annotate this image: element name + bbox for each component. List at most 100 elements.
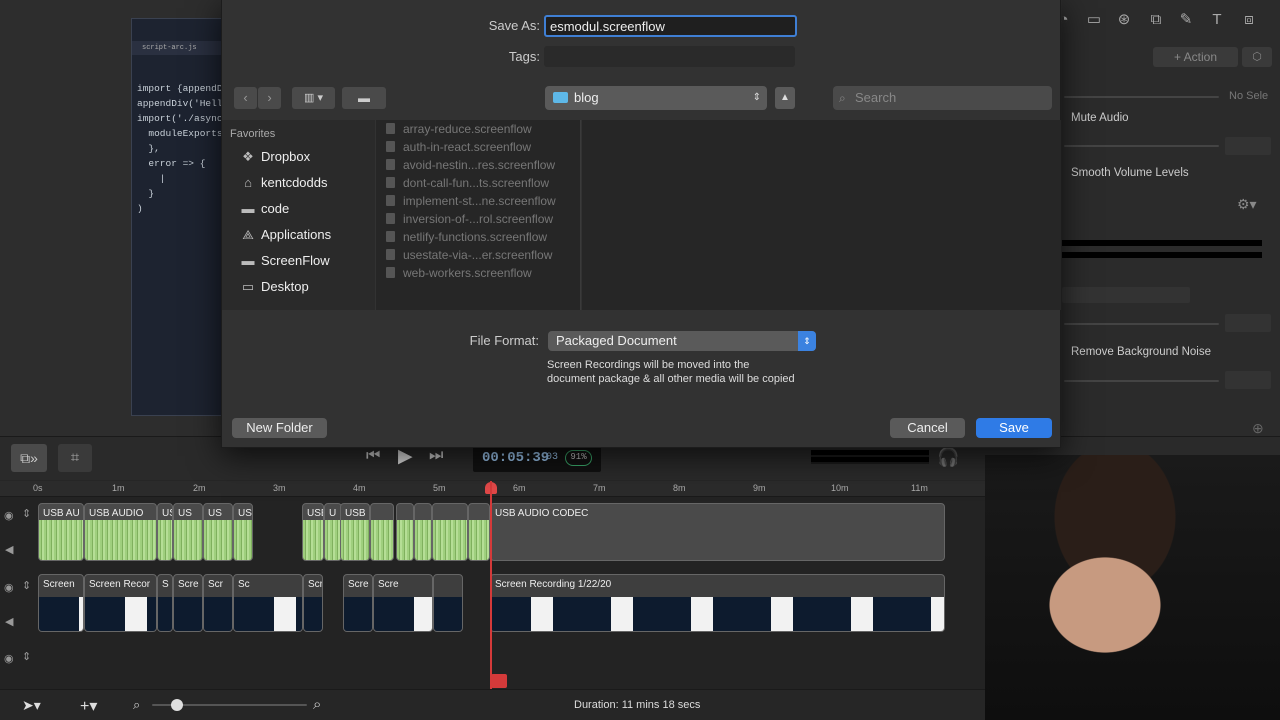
zoom-slider-knob[interactable]	[171, 699, 183, 711]
sidebar-item-kentcdodds[interactable]: ⌂ kentcdodds	[239, 172, 327, 194]
audio-clip[interactable]	[370, 503, 394, 561]
text-icon[interactable]: T	[1207, 10, 1227, 30]
video-clip[interactable]: S	[157, 574, 173, 632]
sidebar-item-dropbox[interactable]: ❖ Dropbox	[239, 146, 310, 168]
file-list: array-reduce.screenflow auth-in-react.scr…	[376, 120, 581, 310]
audio-clip[interactable]: USB	[157, 503, 173, 561]
video-clip[interactable]: Scre	[173, 574, 203, 632]
headphones-icon[interactable]: 🎧	[937, 447, 959, 468]
audio-clip[interactable]: USB	[302, 503, 324, 561]
annotation-icon[interactable]: ✎	[1176, 10, 1196, 30]
layout-toggle-icon[interactable]: ⧉»	[11, 444, 47, 472]
location-select[interactable]: blog ⇕	[545, 86, 767, 110]
zoom-out-icon[interactable]: ⌕	[133, 697, 140, 713]
reorder-arrows-icon[interactable]: ⇕	[22, 579, 31, 592]
audio-clip[interactable]	[432, 503, 468, 561]
file-item[interactable]: inversion-of-...rol.screenflow	[386, 210, 553, 228]
reorder-arrows-icon[interactable]: ⇕	[22, 507, 31, 520]
audio-clip[interactable]: USB AUDIO	[84, 503, 157, 561]
level-field[interactable]	[1225, 137, 1271, 155]
waveform	[39, 520, 83, 560]
smooth-volume-label[interactable]: Smooth Volume Levels	[1071, 167, 1189, 179]
video-clip[interactable]	[433, 574, 463, 632]
audio-clip[interactable]	[396, 503, 414, 561]
visibility-eye-icon[interactable]: ◉	[4, 581, 14, 594]
volume-slider[interactable]	[1064, 96, 1219, 98]
audio-clip[interactable]: US	[173, 503, 203, 561]
zoom-in-icon[interactable]: ⌕	[313, 696, 321, 713]
video-clip[interactable]: Scre	[303, 574, 323, 632]
folder-action-icon[interactable]: ▬	[342, 87, 386, 109]
media-icon[interactable]: ⧈	[1239, 10, 1259, 30]
speaker-icon[interactable]: ◀	[5, 543, 13, 556]
sidebar-item-applications[interactable]: ⟁ Applications	[239, 224, 331, 246]
audio-clip[interactable]: US	[203, 503, 233, 561]
file-item[interactable]: implement-st...ne.screenflow	[386, 192, 556, 210]
sidebar-item-desktop[interactable]: ▭ Desktop	[239, 276, 309, 298]
video-clip[interactable]: Screen Recor	[84, 574, 157, 632]
preset-select[interactable]	[1062, 287, 1190, 303]
search-field[interactable]: ⌕ Search	[833, 86, 1052, 110]
playhead-end-handle[interactable]	[491, 674, 507, 688]
video-clip[interactable]: Screen	[38, 574, 84, 632]
file-item[interactable]: array-reduce.screenflow	[386, 120, 532, 138]
audio-clip[interactable]: USB	[233, 503, 253, 561]
visibility-eye-icon[interactable]: ◉	[4, 652, 14, 665]
noise-level-slider[interactable]	[1064, 380, 1219, 382]
cube-icon[interactable]: ⬡	[1242, 47, 1272, 67]
callout-icon[interactable]: ⊛	[1114, 10, 1134, 30]
collapse-chevron-icon[interactable]: ▲	[775, 87, 795, 109]
tags-input[interactable]	[544, 46, 795, 67]
video-clip[interactable]: Scre	[343, 574, 373, 632]
playhead[interactable]	[490, 481, 492, 689]
sidebar-item-code[interactable]: ▬ code	[239, 198, 290, 220]
noise-slider[interactable]	[1064, 323, 1219, 325]
noise-field[interactable]	[1225, 314, 1271, 332]
add-action-button[interactable]: + Action	[1153, 47, 1238, 67]
add-icon[interactable]: +▾	[80, 696, 97, 716]
rewind-icon[interactable]: ⏮	[366, 447, 380, 465]
video-clip[interactable]: Sc	[233, 574, 303, 632]
crop-icon[interactable]: ⌗	[58, 444, 92, 472]
add-property-icon[interactable]: ⊕	[1252, 420, 1264, 437]
fast-forward-icon[interactable]: ⏭	[429, 447, 443, 465]
visibility-eye-icon[interactable]: ◉	[4, 509, 14, 522]
video-clip[interactable]: Scr	[203, 574, 233, 632]
video-clip[interactable]: Scre	[373, 574, 433, 632]
audio-clip[interactable]: USB	[340, 503, 370, 561]
sidebar-item-screenflow[interactable]: ▬ ScreenFlow	[239, 250, 330, 272]
filters-icon[interactable]: ⧉	[1146, 10, 1166, 30]
screen-icon[interactable]: ▭	[1084, 10, 1104, 30]
new-folder-button[interactable]: New Folder	[232, 418, 327, 438]
file-item[interactable]: netlify-functions.screenflow	[386, 228, 547, 246]
dropbox-icon: ❖	[242, 149, 254, 164]
reorder-arrows-icon[interactable]: ⇕	[22, 650, 31, 663]
speaker-icon[interactable]: ◀	[5, 615, 13, 628]
video-clip[interactable]: Screen Recording 1/22/20	[490, 574, 945, 632]
audio-clip[interactable]	[468, 503, 490, 561]
file-item[interactable]: auth-in-react.screenflow	[386, 138, 531, 156]
view-columns-icon[interactable]: ▥ ▾	[292, 87, 335, 109]
audio-clip[interactable]: USB AUDIO CODEC	[490, 503, 945, 561]
file-item[interactable]: dont-call-fun...ts.screenflow	[386, 174, 549, 192]
audio-clip[interactable]	[414, 503, 432, 561]
audio-clip[interactable]: USB AU	[38, 503, 84, 561]
noise-level-field[interactable]	[1225, 371, 1271, 389]
gear-icon[interactable]: ⚙▾	[1237, 196, 1257, 213]
file-name: inversion-of-...rol.screenflow	[403, 212, 554, 226]
remove-noise-label[interactable]: Remove Background Noise	[1071, 346, 1211, 358]
file-item[interactable]: web-workers.screenflow	[386, 264, 532, 282]
cancel-button[interactable]: Cancel	[890, 418, 965, 438]
forward-chevron-icon[interactable]: ›	[258, 87, 281, 109]
mute-audio-label[interactable]: Mute Audio	[1071, 112, 1129, 124]
file-item[interactable]: usestate-via-...er.screenflow	[386, 246, 552, 264]
file-item[interactable]: avoid-nestin...res.screenflow	[386, 156, 555, 174]
save-button[interactable]: Save	[976, 418, 1052, 438]
play-icon[interactable]: ▶	[398, 445, 413, 468]
back-chevron-icon[interactable]: ‹	[234, 87, 257, 109]
webcam-overlay	[985, 455, 1280, 720]
level-slider[interactable]	[1064, 145, 1219, 147]
save-as-input[interactable]: esmodul.screenflow	[544, 15, 797, 37]
pointer-tool-icon[interactable]: ➤▾	[22, 697, 41, 714]
file-format-select[interactable]: Packaged Document ⇕	[548, 331, 816, 351]
